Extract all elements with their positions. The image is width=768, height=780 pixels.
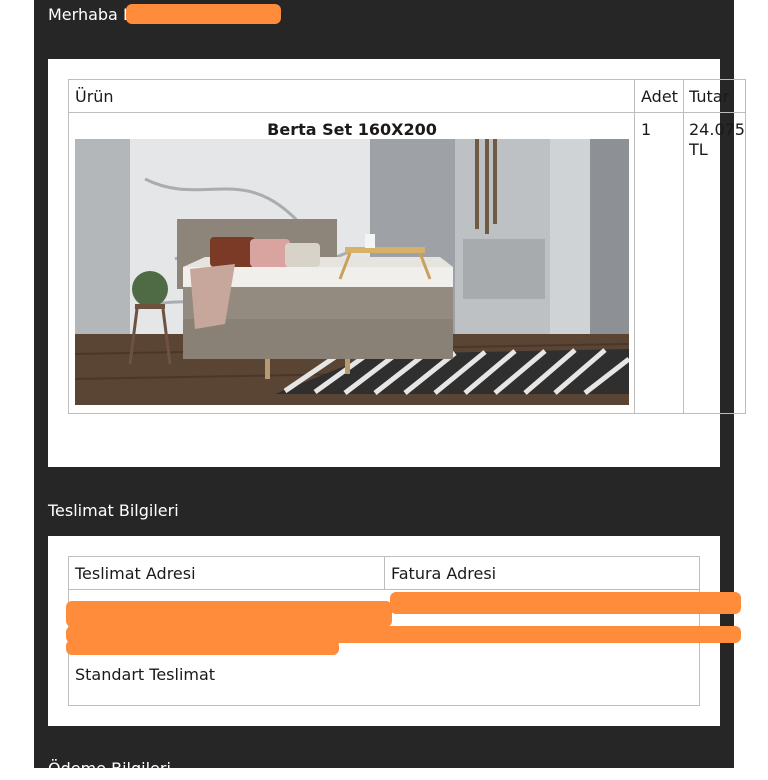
quantity-column-header: Adet xyxy=(641,87,678,106)
greeting-text: Merhaba E xyxy=(48,5,134,24)
redacted-customer-name xyxy=(126,4,281,24)
product-column-header: Ürün xyxy=(75,87,114,106)
delivery-section-title: Teslimat Bilgileri xyxy=(48,501,179,520)
redacted-shipping-address xyxy=(66,601,392,627)
product-image[interactable] xyxy=(75,139,629,405)
payment-section-title: Ödeme Bilgileri xyxy=(48,759,171,778)
order-items-table: Ürün Adet Tutar Berta Set 160X200 1 24.0… xyxy=(68,79,746,414)
product-name[interactable]: Berta Set 160X200 xyxy=(69,120,635,140)
item-total-amount: 24.075 xyxy=(689,120,745,139)
item-total-currency: TL xyxy=(689,140,708,159)
delivery-method: Standart Teslimat xyxy=(75,665,216,684)
billing-address-header: Fatura Adresi xyxy=(391,564,497,583)
total-column-header: Tutar xyxy=(689,87,730,106)
shipping-address-header: Teslimat Adresi xyxy=(75,564,196,583)
item-quantity: 1 xyxy=(641,120,652,139)
redacted-billing-address xyxy=(390,592,741,614)
redacted-address-line-2 xyxy=(66,640,339,655)
